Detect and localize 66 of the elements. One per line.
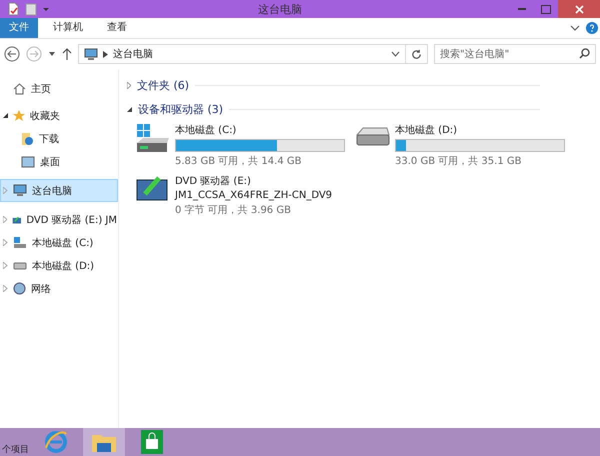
chevron-right-icon	[103, 50, 108, 58]
chevron-down-icon[interactable]	[391, 51, 400, 57]
sidebar-item[interactable]: 收藏夹	[0, 104, 118, 127]
ribbon-tab[interactable]: 计算机	[44, 18, 92, 38]
home-icon	[13, 82, 26, 94]
collapsed-icon	[127, 82, 131, 88]
back-icon[interactable]	[4, 46, 20, 62]
desktop-icon	[21, 156, 35, 168]
drive-icon	[13, 236, 27, 248]
sidebar-item[interactable]: 这台电脑	[0, 179, 118, 202]
help-icon[interactable]	[586, 22, 598, 34]
search-field[interactable]: 搜索"这台电脑"	[434, 44, 596, 64]
drive-name: 本地磁盘 (D:)	[395, 124, 458, 137]
sidebar-item[interactable]: 本地磁盘 (C:)	[0, 231, 118, 254]
address-bar[interactable]: 这台电脑	[78, 44, 428, 64]
browser-icon	[44, 430, 68, 454]
group-header[interactable]: 设备和驱动器 (3)	[127, 99, 600, 119]
sidebar-item[interactable]: 主页	[0, 77, 118, 100]
group-header[interactable]: 文件夹 (6)	[127, 75, 600, 95]
sidebar-item[interactable]: DVD 驱动器 (E:) JM	[0, 208, 118, 231]
address-path: 这台电脑	[113, 48, 153, 61]
drive-tile[interactable]: DVD 驱动器 (E:) JM1_CCSA_X64FRE_ZH-CN_DV9 0 字节 可用，共 3.96 GB	[135, 174, 345, 217]
up-arrow-icon[interactable]	[62, 48, 72, 60]
capacity-text: 5.83 GB 可用，共 14.4 GB	[175, 154, 302, 168]
drive-name: 本地磁盘 (C:)	[175, 124, 238, 137]
collapsed-icon[interactable]	[3, 187, 8, 194]
disc-label: JM1_CCSA_X64FRE_ZH-CN_DV9	[175, 190, 332, 201]
item-count: 个项目	[1, 444, 29, 456]
close-button[interactable]	[558, 0, 600, 18]
dropdown-icon[interactable]	[42, 5, 50, 13]
search-icon	[579, 48, 590, 59]
maximize-icon	[541, 4, 551, 14]
sidebar-item[interactable]: 本地磁盘 (D:)	[0, 254, 118, 277]
drive-icon	[135, 123, 171, 155]
close-icon	[574, 4, 584, 14]
collapsed-icon[interactable]	[3, 262, 8, 269]
collapsed-icon[interactable]	[3, 216, 6, 223]
network-icon	[13, 282, 26, 295]
ribbon-tab[interactable]: 查看	[98, 18, 136, 38]
sidebar-item[interactable]: 下载	[0, 127, 118, 150]
refresh-icon[interactable]	[411, 48, 422, 60]
collapsed-icon[interactable]	[3, 239, 8, 246]
drive-tile[interactable]: 本地磁盘 (C:) 5.83 GB 可用，共 14.4 GB	[135, 123, 345, 168]
expanded-icon[interactable]	[3, 113, 8, 118]
ribbon-tab[interactable]: 文件	[0, 18, 38, 38]
capacity-text: 33.0 GB 可用，共 35.1 GB	[395, 154, 522, 168]
computer-icon	[13, 184, 27, 197]
taskbar-button[interactable]	[83, 428, 125, 456]
chevron-down-icon[interactable]	[570, 25, 580, 31]
capacity-text: 0 字节 可用，共 3.96 GB	[175, 204, 292, 217]
drive-name: DVD 驱动器 (E:)	[175, 175, 252, 188]
collapsed-icon[interactable]	[3, 285, 8, 292]
expanded-icon	[127, 106, 132, 112]
dropdown-icon[interactable]	[48, 51, 56, 57]
window-title: 这台电脑	[258, 2, 302, 16]
forward-icon[interactable]	[26, 46, 42, 62]
sidebar-item[interactable]: 桌面	[0, 150, 118, 173]
store-icon	[141, 430, 163, 454]
download-folder-icon	[21, 132, 34, 146]
star-icon	[13, 110, 25, 122]
drive-tile[interactable]: 本地磁盘 (D:) 33.0 GB 可用，共 35.1 GB	[355, 123, 565, 168]
computer-icon	[84, 48, 98, 60]
drive-icon	[13, 262, 27, 270]
document-icon[interactable]	[6, 2, 20, 16]
minimize-icon	[518, 7, 526, 11]
sidebar-item[interactable]: 网络	[0, 277, 118, 300]
